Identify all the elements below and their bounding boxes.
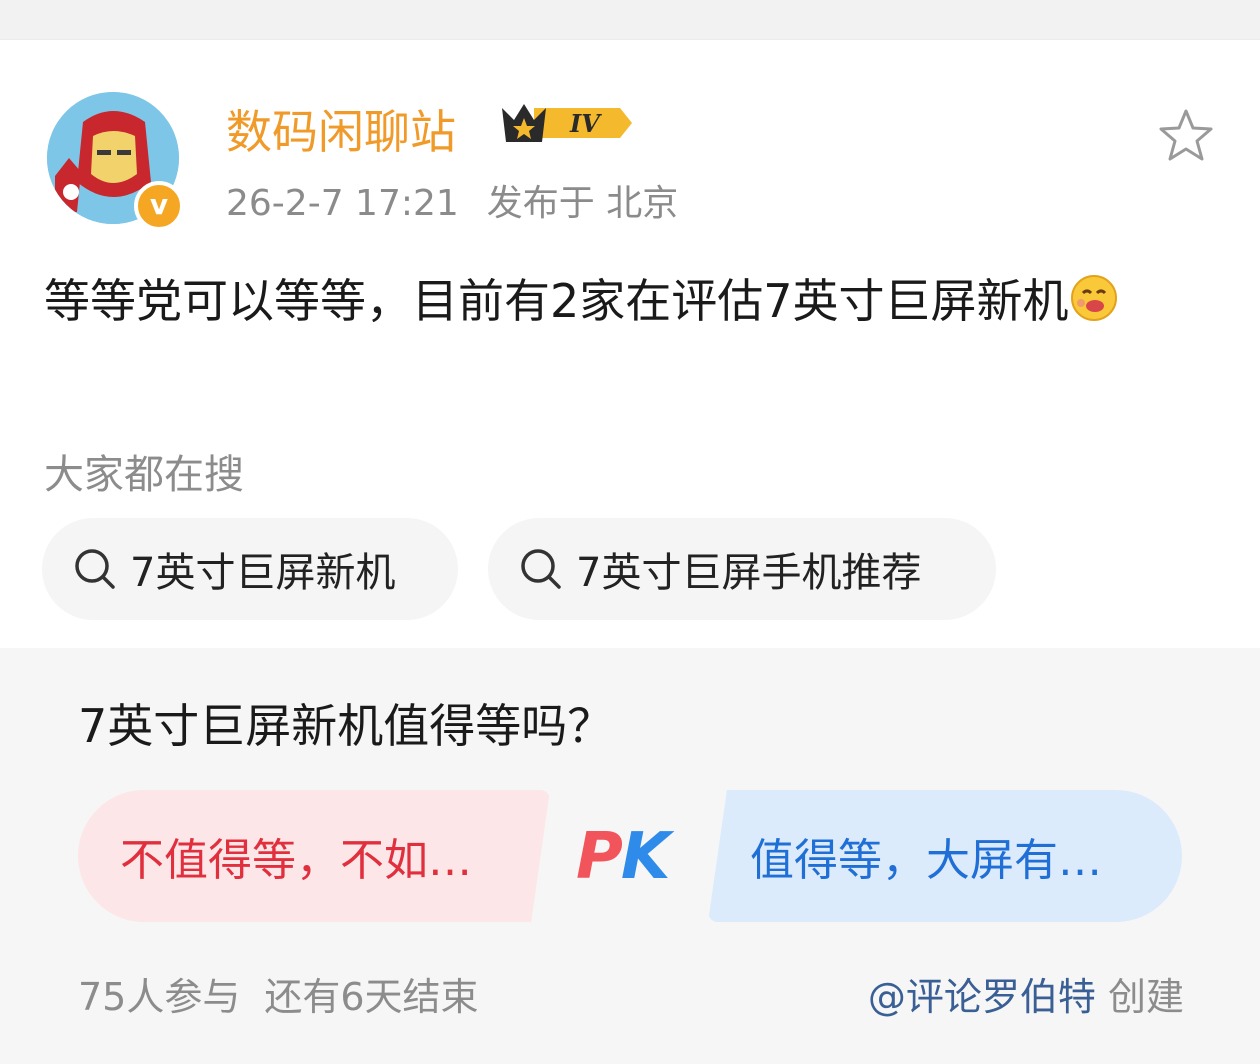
poll-option-worth[interactable]: 值得等，大屏有… <box>708 790 1182 922</box>
post-meta: 26-2-7 17:21 发布于 北京 <box>226 174 678 226</box>
poll-creator-suffix: 创建 <box>1095 975 1184 1019</box>
poll-creator-link[interactable]: @评论罗伯特 <box>868 975 1096 1019</box>
poll-card: 7英寸巨屏新机值得等吗？ 不值得等，不如… PK 值得等，大屏有… 75人参与还… <box>0 648 1260 1064</box>
poll-option-left-label: 不值得等，不如… <box>120 835 472 886</box>
post-text: 等等党可以等等，目前有2家在评估7英寸巨屏新机 <box>44 274 1069 328</box>
search-chip-label: 7英寸巨屏手机推荐 <box>576 550 922 596</box>
poll-option-not-worth[interactable]: 不值得等，不如… <box>78 790 550 922</box>
poll-option-right-label: 值得等，大屏有… <box>750 835 1102 886</box>
search-icon <box>75 549 115 589</box>
verified-badge: v <box>134 181 184 231</box>
post-time: 26-2-7 17:21 <box>226 183 459 224</box>
top-divider-bar <box>0 0 1260 40</box>
pk-k-letter: K <box>620 820 671 894</box>
poll-remaining: 还有6天结束 <box>264 975 479 1019</box>
drooling-face-emoji <box>1070 275 1117 321</box>
search-icon <box>521 549 561 589</box>
poll-creator: @评论罗伯特 创建 <box>868 966 1184 1021</box>
pk-p-letter: P <box>576 820 623 894</box>
verified-v-icon: v <box>149 188 169 221</box>
poll-question: 7英寸巨屏新机值得等吗？ <box>78 699 614 753</box>
post-body: 等等党可以等等，目前有2家在评估7英寸巨屏新机 <box>44 266 1214 336</box>
star-outline-icon[interactable] <box>1156 106 1216 166</box>
search-chip[interactable]: 7英寸巨屏新机 <box>42 518 458 620</box>
search-chip-label: 7英寸巨屏新机 <box>130 550 396 596</box>
vip-crown-badge-icon: IV <box>502 104 632 142</box>
pk-badge: PK <box>576 820 671 894</box>
author-name[interactable]: 数码闲聊站 <box>226 96 456 162</box>
search-section-label: 大家都在搜 <box>44 452 244 498</box>
post-location: 发布于 北京 <box>486 183 679 224</box>
vip-level-label: IV <box>569 109 602 138</box>
poll-participants: 75人参与 <box>78 975 241 1019</box>
search-chip[interactable]: 7英寸巨屏手机推荐 <box>488 518 996 620</box>
poll-stats: 75人参与 还有6天结束 <box>78 966 479 1021</box>
